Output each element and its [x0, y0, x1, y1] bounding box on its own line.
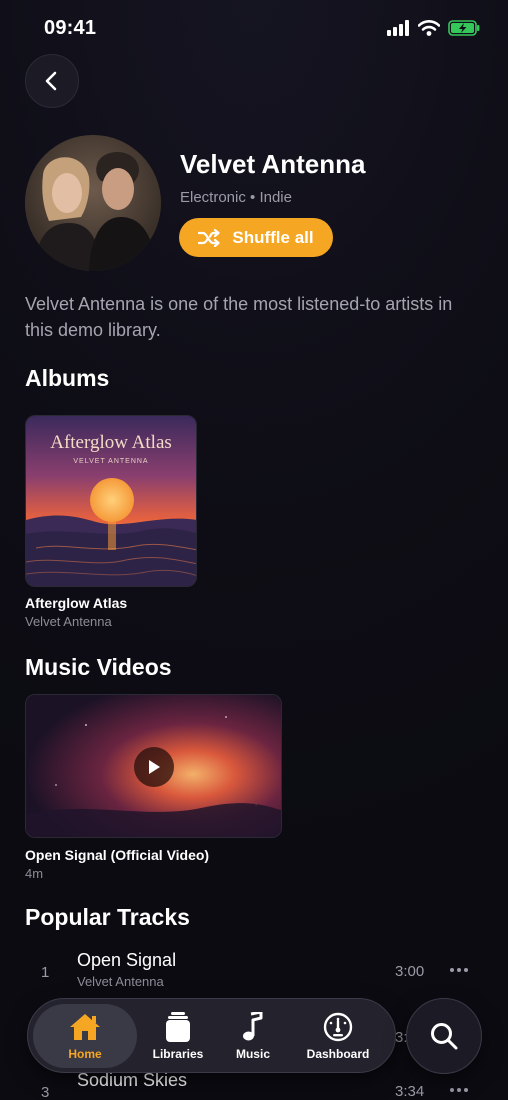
tab-music-label: Music: [235, 1046, 270, 1061]
status-icons: [386, 20, 480, 36]
album-cover-title: Afterglow Atlas: [50, 432, 172, 453]
tab-libraries-label: Libraries: [152, 1046, 204, 1061]
library-icon: [166, 1011, 190, 1042]
battery-icon: [448, 20, 480, 36]
artist-genres: Electronic • Indie: [180, 189, 292, 206]
track-number: 3: [41, 1084, 50, 1100]
video-thumbnail[interactable]: [25, 694, 282, 838]
track-title: Open Signal: [77, 950, 177, 970]
track-duration: 3:34: [395, 1083, 425, 1100]
play-icon: [149, 760, 160, 774]
back-button[interactable]: [25, 54, 79, 108]
popular-tracks-heading: Popular Tracks: [25, 904, 190, 930]
chevron-left-icon: [45, 71, 57, 91]
shuffle-all-button[interactable]: Shuffle all: [179, 218, 333, 257]
artist-name: Velvet Antenna: [180, 149, 366, 179]
video-title[interactable]: Open Signal (Official Video): [25, 847, 209, 863]
tab-dashboard-label: Dashboard: [306, 1046, 370, 1061]
track-duration: 3:00: [395, 963, 425, 980]
track-row[interactable]: 3 Sodium Skies 3:34: [0, 1070, 508, 1100]
tab-dashboard[interactable]: Dashboard: [294, 1004, 382, 1068]
status-bar: 09:41: [0, 0, 508, 56]
artist-avatar: [25, 135, 161, 271]
home-icon: [70, 1013, 100, 1040]
status-time: 09:41: [44, 16, 97, 39]
tab-bar: Home Libraries Music Dashboard: [27, 998, 396, 1073]
album-cover-artist: VELVET ANTENNA: [73, 458, 149, 465]
albums-heading: Albums: [25, 365, 110, 391]
video-duration: 4m: [25, 866, 44, 881]
more-icon[interactable]: [450, 1084, 470, 1096]
gauge-icon: [323, 1012, 353, 1041]
album-card-cover[interactable]: Afterglow Atlas VELVET ANTENNA: [25, 415, 197, 587]
signal-icon: [387, 20, 409, 36]
album-title[interactable]: Afterglow Atlas: [25, 595, 127, 611]
more-icon[interactable]: [450, 964, 470, 976]
music-videos-heading: Music Videos: [25, 654, 172, 680]
wifi-icon: [418, 20, 440, 36]
shuffle-all-label: Shuffle all: [232, 227, 314, 247]
tab-home-label: Home: [68, 1046, 102, 1061]
tab-home[interactable]: Home: [33, 1004, 137, 1068]
play-button[interactable]: [134, 747, 174, 787]
track-number: 1: [41, 964, 50, 981]
shuffle-icon: [198, 228, 220, 247]
track-title: Sodium Skies: [77, 1070, 188, 1090]
artist-screen: 09:41 Velvet Antenna Electronic • Indie …: [0, 0, 508, 1100]
track-artist: Velvet Antenna: [77, 974, 164, 989]
artist-bio: Velvet Antenna is one of the most listen…: [25, 294, 453, 340]
tab-music[interactable]: Music: [220, 1004, 286, 1068]
search-button[interactable]: [406, 998, 482, 1074]
search-icon: [431, 1023, 458, 1050]
album-artist: Velvet Antenna: [25, 614, 112, 629]
music-note-icon: [243, 1011, 263, 1040]
tab-libraries[interactable]: Libraries: [136, 1004, 220, 1068]
